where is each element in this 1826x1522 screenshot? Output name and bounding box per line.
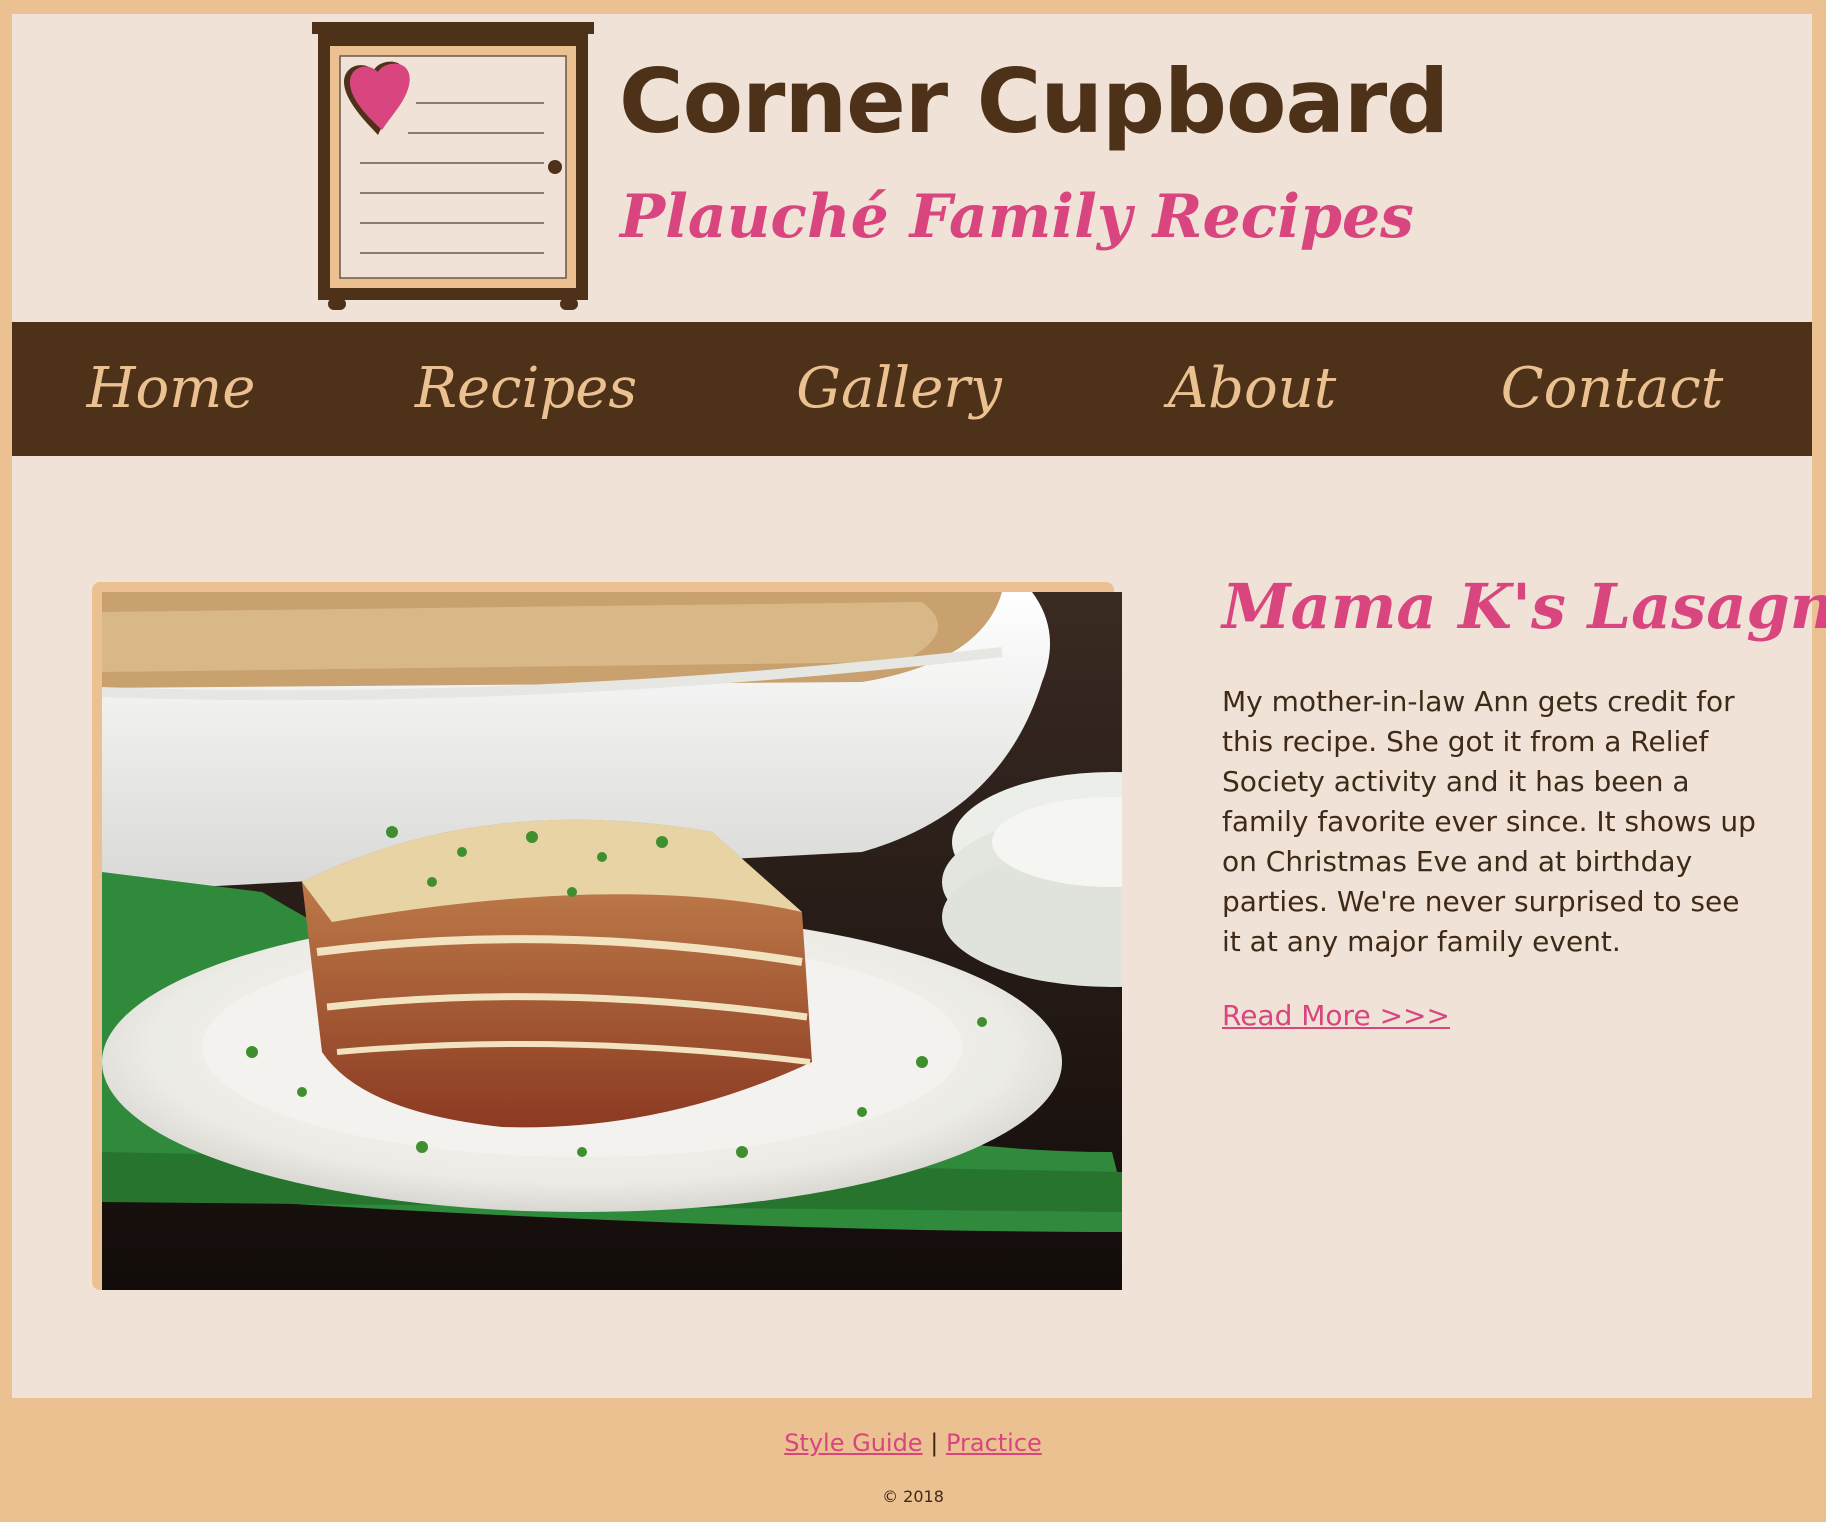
site-footer: Style Guide | Practice © 2018: [0, 1398, 1826, 1522]
main-content: Mama K's Lasagna My mother-in-law Ann ge…: [12, 456, 1826, 1398]
lasagna-photo[interactable]: [102, 592, 1122, 1290]
recipe-description: My mother-in-law Ann gets credit for thi…: [1222, 685, 1756, 958]
nav-home[interactable]: Home: [87, 322, 256, 456]
site-header: Corner Cupboard Plauché Family Recipes: [12, 14, 1812, 322]
site-title: Corner Cupboard: [619, 50, 1449, 153]
copyright-text: © 2018: [882, 1487, 944, 1506]
read-more-link[interactable]: Read More >>>: [1222, 996, 1450, 1036]
style-guide-link[interactable]: Style Guide: [784, 1429, 922, 1457]
page-frame: Corner Cupboard Plauché Family Recipes H…: [12, 14, 1826, 1398]
site-subtitle: Plauché Family Recipes: [620, 182, 1414, 252]
footer-separator: |: [930, 1429, 939, 1457]
featured-image-frame: [92, 582, 1122, 1290]
footer-links: Style Guide | Practice: [0, 1426, 1826, 1460]
nav-recipes[interactable]: Recipes: [415, 322, 637, 456]
nav-about[interactable]: About: [1168, 322, 1337, 456]
nav-contact[interactable]: Contact: [1501, 322, 1723, 456]
recipe-title: Mama K's Lasagna: [1222, 570, 1826, 643]
practice-link[interactable]: Practice: [946, 1429, 1042, 1457]
nav-gallery[interactable]: Gallery: [796, 322, 1002, 456]
cupboard-heart-icon[interactable]: [308, 20, 598, 312]
main-nav: Home Recipes Gallery About Contact: [12, 322, 1812, 456]
